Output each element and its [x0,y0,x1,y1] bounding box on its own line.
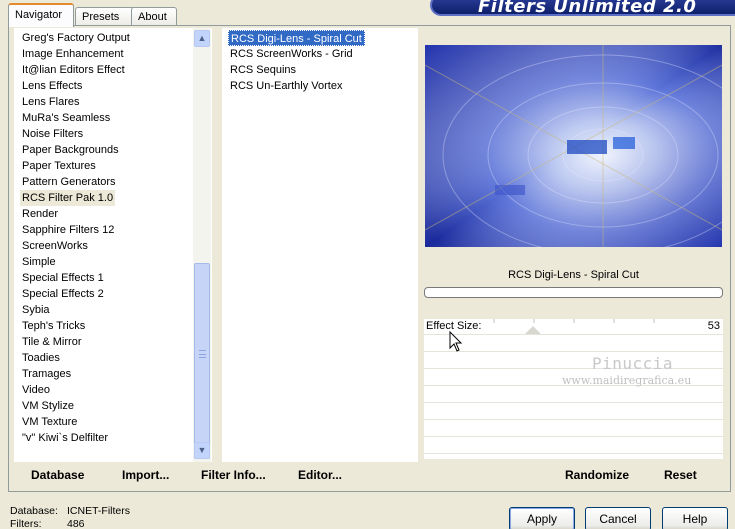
bottom-toolbar-right: Randomize Reset [424,464,723,488]
category-list-item[interactable]: Paper Backgrounds [20,142,121,158]
filter-list-item[interactable]: RCS Sequins [228,62,298,78]
param-row-empty [424,404,723,420]
filter-list[interactable]: RCS Digi-Lens - Spiral Cut RCS ScreenWork… [222,28,418,462]
category-list-item[interactable]: Special Effects 2 [20,286,106,302]
parameter-panel: Effect Size: 53 [424,319,723,459]
progress-bar [424,287,723,298]
category-list-item[interactable]: "v" Kiwi`s Delfilter [20,430,110,446]
category-scrollbar[interactable]: ▲ ▼ [193,28,211,462]
category-list-item[interactable]: Special Effects 1 [20,270,106,286]
category-list-item[interactable]: Teph's Tricks [20,318,87,334]
param-row-effect-size[interactable]: Effect Size: 53 [424,319,723,335]
param-slider-thumb [525,326,541,334]
mouse-pointer-icon [449,331,463,352]
category-list-item[interactable]: MuRa's Seamless [20,110,112,126]
app-title-banner: Filters Unlimited 2.0 [430,0,735,17]
filters-count: 486 [67,518,85,529]
bottom-toolbar-left: Database Import... Filter Info... Editor… [14,464,418,488]
filter-list-item[interactable]: RCS Un-Earthly Vortex [228,78,344,94]
param-row-empty [424,438,723,454]
category-list-item[interactable]: It@lian Editors Effect [20,62,127,78]
filter-preview-image [425,45,722,247]
preview-filter-name: RCS Digi-Lens - Spiral Cut [508,269,639,281]
category-list-item[interactable]: RCS Filter Pak 1.0 [20,190,116,206]
cancel-button[interactable]: Cancel [585,507,651,529]
filter-list-item[interactable]: RCS Digi-Lens - Spiral Cut [228,30,365,46]
param-value: 53 [707,320,720,332]
import-button[interactable]: Import... [122,468,169,482]
tab-about[interactable]: About [131,7,177,26]
help-button[interactable]: Help [662,507,728,529]
category-list[interactable]: Greg's Factory Output Image Enhancement It… [14,28,212,462]
database-value: ICNET-Filters [67,505,130,517]
editor-button[interactable]: Editor... [298,468,342,482]
category-list-item[interactable]: Simple [20,254,58,270]
category-list-item[interactable]: Video [20,382,52,398]
watermark-name: Pinuccia [592,354,674,373]
database-label: Database: [10,505,58,517]
category-list-item[interactable]: Lens Effects [20,78,84,94]
filters-label: Filters: [10,518,42,529]
filter-list-item[interactable]: RCS ScreenWorks - Grid [228,46,355,62]
param-row-empty [424,387,723,403]
category-list-item[interactable]: Image Enhancement [20,46,126,62]
category-list-item[interactable]: ScreenWorks [20,238,90,254]
category-list-item[interactable]: Lens Flares [20,94,81,110]
param-slider-ticks[interactable] [484,319,694,335]
category-list-item[interactable]: Sapphire Filters 12 [20,222,116,238]
reset-button[interactable]: Reset [664,468,697,482]
category-list-item[interactable]: Paper Textures [20,158,98,174]
category-list-item[interactable]: Tile & Mirror [20,334,83,350]
category-list-item[interactable]: Noise Filters [20,126,85,142]
category-list-item[interactable]: Render [20,206,60,222]
grip-icon [199,350,206,358]
apply-button[interactable]: Apply [509,507,575,529]
tab-presets[interactable]: Presets [75,7,135,26]
scroll-down-button[interactable]: ▼ [194,442,210,459]
category-list-item[interactable]: VM Texture [20,414,79,430]
param-row-empty [424,336,723,352]
category-list-item[interactable]: Toadies [20,350,62,366]
tab-navigator[interactable]: Navigator [8,3,74,27]
scroll-thumb[interactable] [194,263,210,459]
param-row-empty [424,353,723,369]
database-button[interactable]: Database [31,468,84,482]
preview-spiral-graphic [425,45,722,247]
scroll-up-button[interactable]: ▲ [194,30,210,47]
category-list-item[interactable]: Sybia [20,302,52,318]
category-list-item[interactable]: Tramages [20,366,73,382]
param-row-empty [424,421,723,437]
watermark-url: www.maidiregrafica.eu [562,374,692,387]
category-list-item[interactable]: Pattern Generators [20,174,118,190]
category-list-item[interactable]: VM Stylize [20,398,76,414]
filter-info-button[interactable]: Filter Info... [201,468,266,482]
randomize-button[interactable]: Randomize [565,468,629,482]
status-bar: Database: ICNET-Filters Filters: 486 [10,505,130,529]
category-list-item[interactable]: Greg's Factory Output [20,30,132,46]
